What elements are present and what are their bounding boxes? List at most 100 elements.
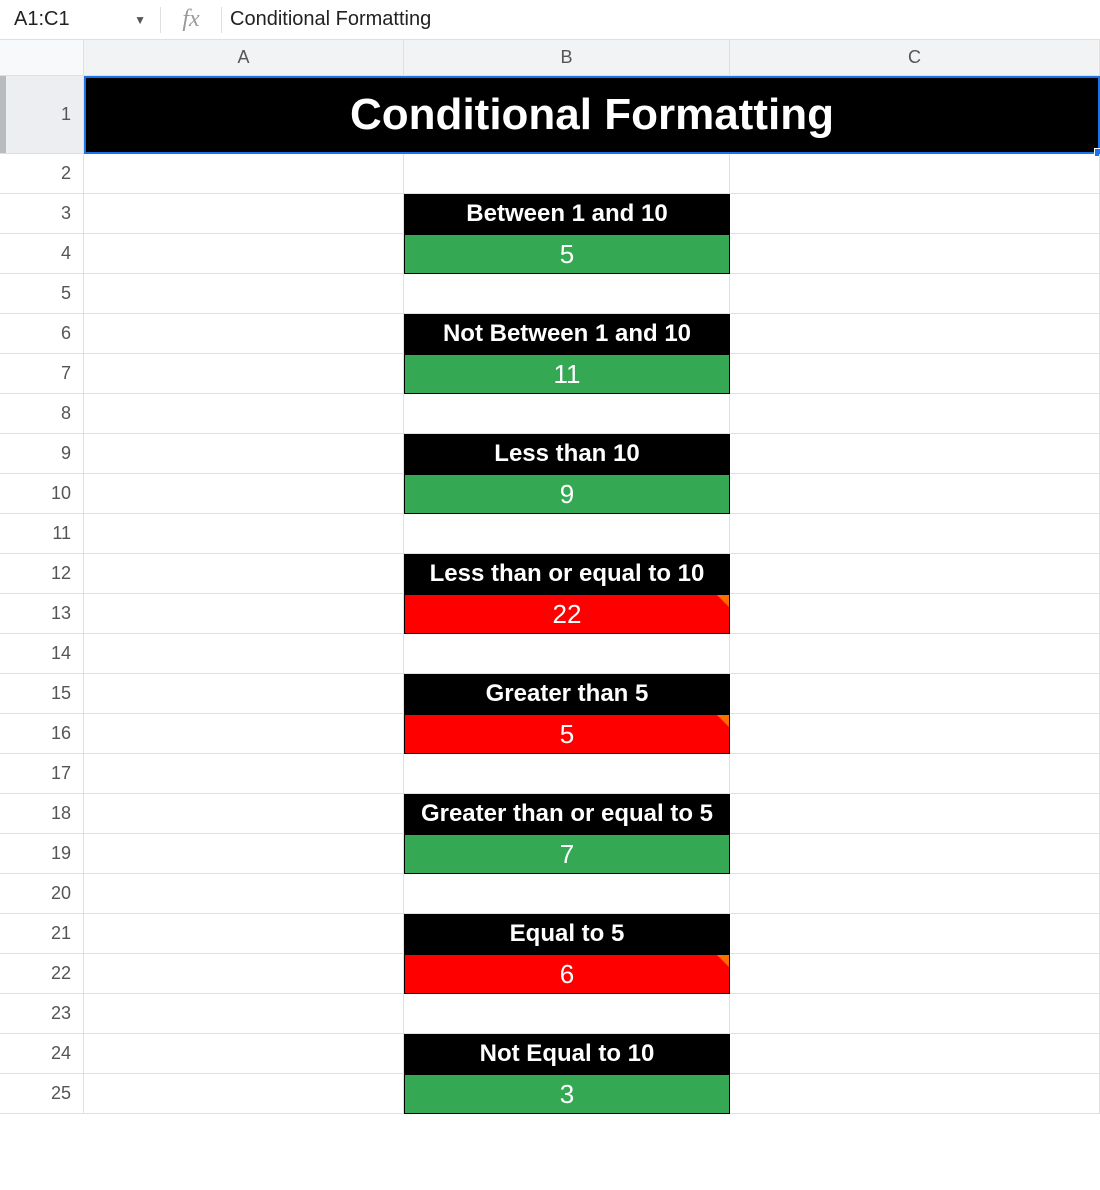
row-header-19[interactable]: 19 [0,834,84,874]
cell-B16[interactable]: 5 [404,714,730,754]
cell-A5[interactable] [84,274,404,314]
row-header-5[interactable]: 5 [0,274,84,314]
cell-B9[interactable]: Less than 10 [404,434,730,474]
cell-A12[interactable] [84,554,404,594]
row-header-4[interactable]: 4 [0,234,84,274]
column-header-B[interactable]: B [404,40,730,76]
cell-B15[interactable]: Greater than 5 [404,674,730,714]
title-cell[interactable]: Conditional Formatting [84,76,1100,154]
cell-C8[interactable] [730,394,1100,434]
cell-A22[interactable] [84,954,404,994]
row-header-15[interactable]: 15 [0,674,84,714]
cell-C20[interactable] [730,874,1100,914]
cell-C12[interactable] [730,554,1100,594]
cell-A14[interactable] [84,634,404,674]
cell-B14[interactable] [404,634,730,674]
row-header-11[interactable]: 11 [0,514,84,554]
row-header-7[interactable]: 7 [0,354,84,394]
cell-B25[interactable]: 3 [404,1074,730,1114]
cell-A2[interactable] [84,154,404,194]
cell-B20[interactable] [404,874,730,914]
cell-A18[interactable] [84,794,404,834]
column-header-C[interactable]: C [730,40,1100,76]
spreadsheet-grid[interactable]: A B C 1 Conditional Formatting 2 3 Betwe… [0,40,1100,1114]
select-all-corner[interactable] [0,40,84,76]
cell-C6[interactable] [730,314,1100,354]
cell-B22[interactable]: 6 [404,954,730,994]
cell-B17[interactable] [404,754,730,794]
row-header-8[interactable]: 8 [0,394,84,434]
row-header-22[interactable]: 22 [0,954,84,994]
cell-B13[interactable]: 22 [404,594,730,634]
cell-C2[interactable] [730,154,1100,194]
cell-C10[interactable] [730,474,1100,514]
row-header-20[interactable]: 20 [0,874,84,914]
cell-C24[interactable] [730,1034,1100,1074]
row-header-14[interactable]: 14 [0,634,84,674]
cell-C9[interactable] [730,434,1100,474]
cell-B5[interactable] [404,274,730,314]
cell-C7[interactable] [730,354,1100,394]
cell-A20[interactable] [84,874,404,914]
column-header-A[interactable]: A [84,40,404,76]
row-header-16[interactable]: 16 [0,714,84,754]
row-header-3[interactable]: 3 [0,194,84,234]
name-box[interactable]: A1:C1 ▼ [0,8,160,31]
row-header-1[interactable]: 1 [0,76,84,154]
cell-B8[interactable] [404,394,730,434]
cell-B19[interactable]: 7 [404,834,730,874]
cell-A7[interactable] [84,354,404,394]
formula-input[interactable]: Conditional Formatting [222,8,1100,31]
cell-B21[interactable]: Equal to 5 [404,914,730,954]
note-indicator-icon[interactable] [717,715,729,727]
cell-B4[interactable]: 5 [404,234,730,274]
cell-C5[interactable] [730,274,1100,314]
row-header-17[interactable]: 17 [0,754,84,794]
cell-A10[interactable] [84,474,404,514]
cell-A9[interactable] [84,434,404,474]
cell-B2[interactable] [404,154,730,194]
row-header-21[interactable]: 21 [0,914,84,954]
cell-C4[interactable] [730,234,1100,274]
cell-B6[interactable]: Not Between 1 and 10 [404,314,730,354]
cell-A6[interactable] [84,314,404,354]
cell-A19[interactable] [84,834,404,874]
cell-A25[interactable] [84,1074,404,1114]
cell-C13[interactable] [730,594,1100,634]
cell-C25[interactable] [730,1074,1100,1114]
row-header-2[interactable]: 2 [0,154,84,194]
row-header-23[interactable]: 23 [0,994,84,1034]
cell-A13[interactable] [84,594,404,634]
row-header-25[interactable]: 25 [0,1074,84,1114]
cell-C21[interactable] [730,914,1100,954]
cell-C17[interactable] [730,754,1100,794]
cell-A23[interactable] [84,994,404,1034]
cell-B10[interactable]: 9 [404,474,730,514]
cell-B7[interactable]: 11 [404,354,730,394]
cell-C15[interactable] [730,674,1100,714]
row-header-12[interactable]: 12 [0,554,84,594]
row-header-13[interactable]: 13 [0,594,84,634]
cell-A16[interactable] [84,714,404,754]
cell-C14[interactable] [730,634,1100,674]
cell-A3[interactable] [84,194,404,234]
row-header-24[interactable]: 24 [0,1034,84,1074]
cell-C18[interactable] [730,794,1100,834]
cell-A11[interactable] [84,514,404,554]
cell-C19[interactable] [730,834,1100,874]
cell-B24[interactable]: Not Equal to 10 [404,1034,730,1074]
row-header-18[interactable]: 18 [0,794,84,834]
cell-B18[interactable]: Greater than or equal to 5 [404,794,730,834]
row-header-6[interactable]: 6 [0,314,84,354]
cell-A4[interactable] [84,234,404,274]
cell-B3[interactable]: Between 1 and 10 [404,194,730,234]
cell-B12[interactable]: Less than or equal to 10 [404,554,730,594]
cell-A17[interactable] [84,754,404,794]
cell-C22[interactable] [730,954,1100,994]
cell-C16[interactable] [730,714,1100,754]
row-header-10[interactable]: 10 [0,474,84,514]
cell-B11[interactable] [404,514,730,554]
note-indicator-icon[interactable] [717,595,729,607]
cell-C23[interactable] [730,994,1100,1034]
cell-A21[interactable] [84,914,404,954]
